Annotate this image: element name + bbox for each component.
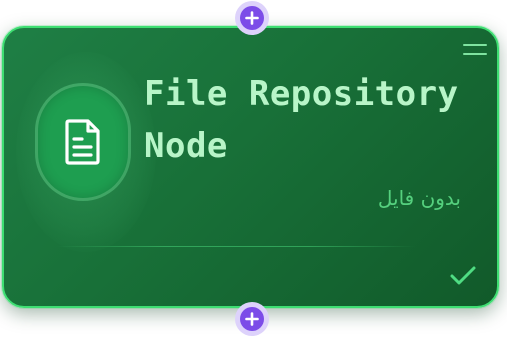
plus-icon — [240, 307, 264, 331]
bottom-connection-port[interactable] — [235, 302, 269, 336]
file-repository-node-card[interactable]: File Repository Node بدون فايل — [2, 26, 499, 308]
menu-lines-icon[interactable] — [463, 42, 487, 56]
node-icon-badge — [38, 86, 128, 198]
top-connection-port[interactable] — [235, 1, 269, 35]
node-title: File Repository Node — [144, 74, 459, 166]
check-icon — [449, 264, 477, 288]
node-subtitle: بدون فايل — [377, 186, 461, 210]
document-icon — [65, 119, 100, 165]
divider — [56, 246, 416, 247]
plus-icon — [240, 6, 264, 30]
